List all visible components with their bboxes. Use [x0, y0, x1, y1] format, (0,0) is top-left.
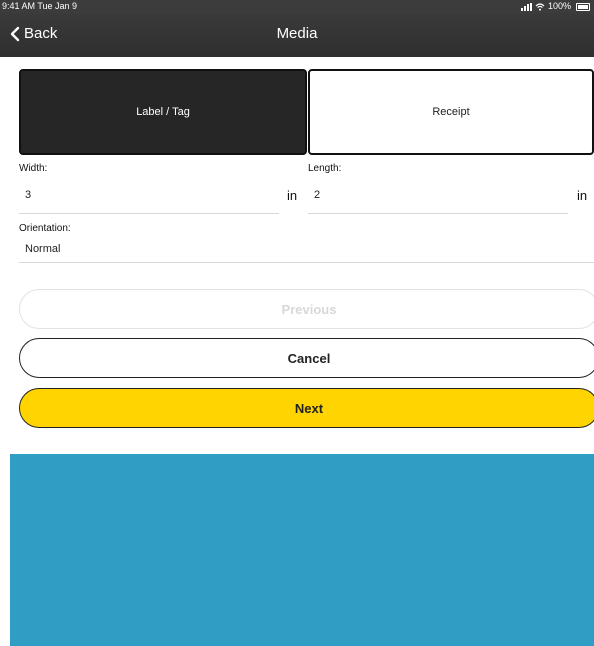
media-type-receipt-text: Receipt [432, 106, 470, 118]
battery-percent: 100% [547, 1, 571, 11]
wifi-icon [535, 2, 545, 11]
previous-button-label: Previous [281, 301, 337, 317]
cellular-signal-icon [520, 2, 532, 11]
width-unit: in [287, 188, 298, 203]
orientation-label: Orientation: [19, 223, 71, 234]
length-field-underline [308, 213, 568, 214]
media-type-receipt-option[interactable]: Receipt [308, 69, 594, 155]
length-unit: in [577, 188, 588, 203]
orientation-select[interactable]: Normal [25, 243, 60, 255]
battery-icon [576, 2, 590, 11]
width-field-underline [19, 213, 279, 214]
bottom-panel [10, 454, 594, 646]
width-input[interactable]: 3 [25, 189, 31, 201]
next-button-label: Next [294, 400, 324, 416]
status-indicators: 100% [520, 0, 590, 13]
status-bar: 9:41 AM Tue Jan 9 100% [0, 0, 594, 13]
navigation-bar: Back Media [0, 13, 594, 57]
cancel-button-label: Cancel [287, 350, 331, 366]
status-time-date: 9:41 AM Tue Jan 9 [2, 1, 78, 11]
length-label: Length: [308, 163, 342, 174]
cancel-button[interactable]: Cancel [19, 338, 594, 378]
length-input[interactable]: 2 [314, 189, 320, 201]
next-button[interactable]: Next [19, 388, 594, 428]
page-title: Media [276, 25, 318, 42]
media-type-label-tag-text: Label / Tag [136, 106, 190, 118]
previous-button[interactable]: Previous [19, 289, 594, 329]
orientation-field-underline [19, 262, 594, 263]
app-screen: 9:41 AM Tue Jan 9 100% Back Media Label … [0, 0, 594, 646]
width-label: Width: [19, 163, 48, 174]
media-type-label-tag-option[interactable]: Label / Tag [19, 69, 307, 155]
